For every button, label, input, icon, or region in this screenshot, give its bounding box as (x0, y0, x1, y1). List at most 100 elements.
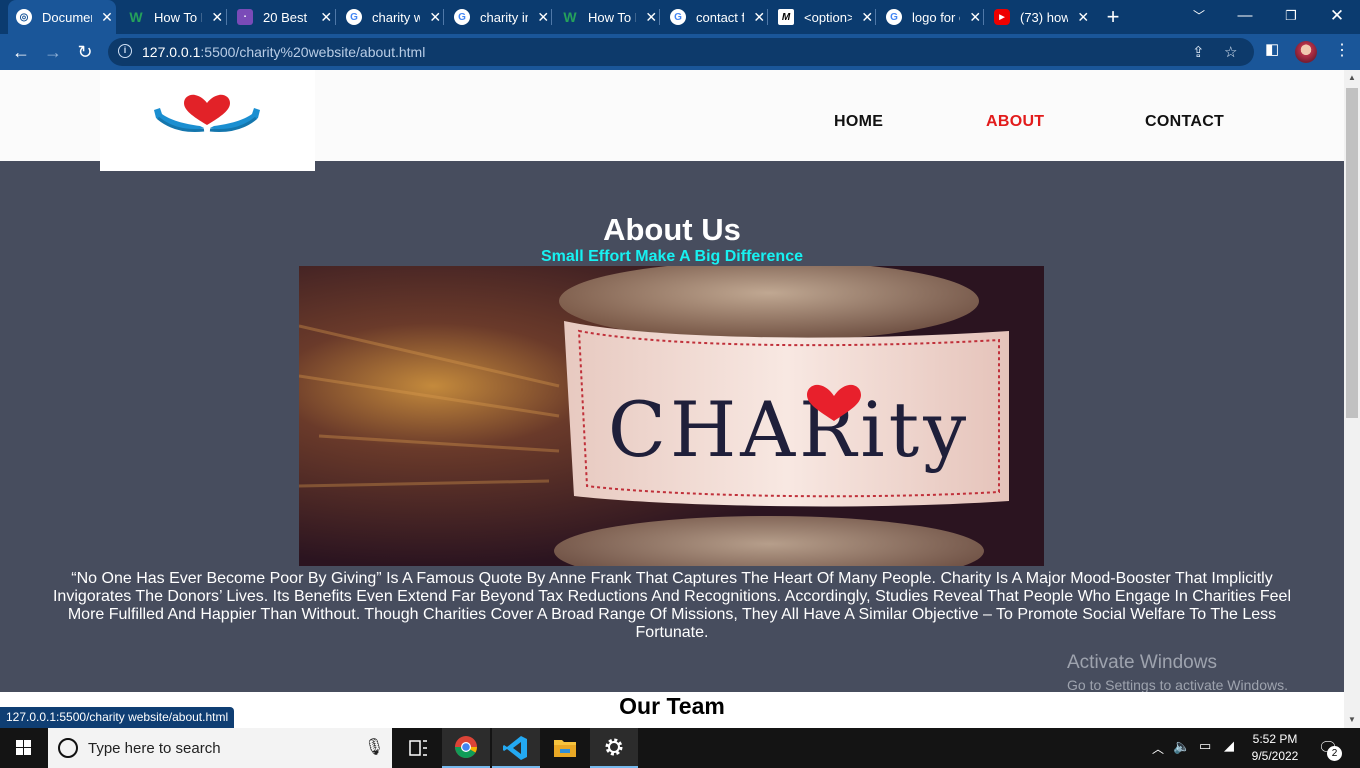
scroll-thumb[interactable] (1346, 88, 1358, 418)
menu-kebab-icon[interactable]: ⋮ (1334, 40, 1350, 60)
bookmark-star-icon[interactable]: ☆ (1224, 43, 1237, 61)
activate-windows-title: Activate Windows (1067, 652, 1217, 673)
tab-title: How To Make (154, 9, 202, 25)
tab-medium-option[interactable]: M <option> ✕ (770, 0, 874, 34)
tab-divider (659, 9, 660, 25)
wifi-icon[interactable]: ◢ (1224, 738, 1234, 754)
notification-center-button[interactable]: 🗨 2 (1318, 738, 1342, 761)
tab-divider (226, 9, 227, 25)
close-tab-icon[interactable]: ✕ (210, 9, 224, 26)
activate-windows-subtitle: Go to Settings to activate Windows. (1067, 677, 1288, 693)
taskbar-search-box[interactable]: Type here to search 🎙 (48, 728, 392, 768)
close-tab-icon[interactable]: ✕ (536, 9, 550, 26)
scroll-down-arrow-icon[interactable]: ▼ (1344, 712, 1360, 728)
tab-wikihow-2[interactable]: W How To Make ✕ (554, 0, 658, 34)
google-icon: G (670, 9, 686, 25)
search-placeholder: Type here to search (88, 740, 221, 757)
close-tab-icon[interactable]: ✕ (100, 9, 114, 26)
browser-toolbar: ← → ↻ i 127.0.0.1:5500/charity%20website… (0, 34, 1360, 70)
tab-document[interactable]: ◎ Document ✕ (8, 0, 116, 34)
close-tab-icon[interactable]: ✕ (428, 9, 442, 26)
tab-google-charity-images[interactable]: G charity images ✕ (446, 0, 550, 34)
tray-chevron-up-icon[interactable]: ︿ (1152, 740, 1164, 757)
taskbar-clock[interactable]: 5:52 PM 9/5/2022 (1240, 731, 1310, 765)
tab-title: 20 Best Color (263, 9, 311, 25)
tab-divider (551, 9, 552, 25)
tab-coolors[interactable]: ▪ 20 Best Color ✕ (229, 0, 333, 34)
taskbar-vscode[interactable] (492, 728, 540, 768)
taskbar-settings[interactable] (590, 728, 638, 768)
youtube-icon: ▶ (994, 9, 1010, 25)
tab-search-chevron-icon[interactable]: ﹀ (1176, 0, 1222, 34)
google-icon: G (346, 9, 362, 25)
restore-button[interactable]: ❐ (1268, 0, 1314, 34)
forward-button[interactable]: → (40, 39, 66, 65)
nav-home-link[interactable]: HOME (834, 113, 883, 131)
address-bar[interactable]: i 127.0.0.1:5500/charity%20website/about… (108, 38, 1254, 66)
nav-contact-link[interactable]: CONTACT (1145, 113, 1224, 131)
task-view-icon (409, 740, 427, 756)
nav-about-link[interactable]: ABOUT (986, 113, 1044, 131)
microphone-icon[interactable]: 🎙 (364, 737, 384, 757)
chrome-icon (455, 736, 477, 758)
google-icon: G (886, 9, 902, 25)
tab-title: charity website (372, 9, 421, 25)
folder-icon (554, 740, 576, 757)
tab-wikihow-1[interactable]: W How To Make ✕ (120, 0, 224, 34)
new-tab-button[interactable]: + (1100, 4, 1126, 30)
heart-hands-logo-icon (154, 94, 260, 132)
browser-tab-strip: ◎ Document ✕ W How To Make ✕ ▪ 20 Best C… (0, 0, 1360, 34)
about-tagline: Small Effort Make A Big Difference (541, 248, 803, 265)
tab-youtube[interactable]: ▶ (73) how to ✕ (986, 0, 1090, 34)
chrome-page-icon: ◎ (16, 9, 32, 25)
tab-divider (335, 9, 336, 25)
notification-count-badge: 2 (1327, 746, 1342, 761)
tab-divider (443, 9, 444, 25)
tab-divider (875, 9, 876, 25)
share-icon[interactable]: ⇪ (1192, 43, 1205, 61)
vscode-icon (503, 736, 527, 760)
side-panel-icon[interactable]: ◧ (1265, 40, 1279, 58)
url-path: :5500/charity%20website/about.html (200, 44, 426, 60)
tab-title: How To Make (588, 9, 636, 25)
close-tab-icon[interactable]: ✕ (752, 9, 766, 26)
volume-icon[interactable]: 🔈 (1173, 738, 1190, 755)
taskbar-chrome[interactable] (442, 728, 490, 768)
reload-button[interactable]: ↻ (72, 39, 98, 65)
url-host: 127.0.0.1 (142, 44, 201, 60)
start-button[interactable] (0, 728, 48, 768)
site-info-icon[interactable]: i (118, 44, 132, 58)
windows-logo-icon (16, 740, 31, 755)
back-button[interactable]: ← (8, 39, 34, 65)
address-url[interactable]: 127.0.0.1:5500/charity%20website/about.h… (142, 44, 425, 60)
tab-google-logo-charity[interactable]: G logo for charity ✕ (878, 0, 982, 34)
close-tab-icon[interactable]: ✕ (860, 9, 874, 26)
google-icon: G (454, 9, 470, 25)
page-scrollbar[interactable]: ▲ ▼ (1344, 70, 1360, 728)
tab-title: Document (42, 9, 92, 25)
gear-icon (605, 738, 623, 756)
close-tab-icon[interactable]: ✕ (319, 9, 333, 26)
scroll-up-arrow-icon[interactable]: ▲ (1344, 70, 1360, 86)
site-logo[interactable] (100, 70, 315, 171)
tab-title: logo for charity (912, 9, 960, 25)
close-tab-icon[interactable]: ✕ (644, 9, 658, 26)
tab-title: charity images (480, 9, 528, 25)
close-window-button[interactable]: ✕ (1314, 0, 1360, 34)
cortana-icon (58, 738, 78, 758)
tab-divider (767, 9, 768, 25)
taskbar-file-explorer[interactable] (541, 728, 589, 768)
tab-divider (983, 9, 984, 25)
tab-title: (73) how to (1020, 9, 1069, 25)
task-view-button[interactable] (394, 728, 442, 768)
status-bar-url: 127.0.0.1:5500/charity website/about.htm… (0, 707, 235, 728)
minimize-button[interactable]: — (1222, 0, 1268, 34)
profile-avatar[interactable] (1295, 41, 1317, 63)
close-tab-icon[interactable]: ✕ (968, 9, 982, 26)
medium-icon: M (778, 9, 794, 25)
battery-icon[interactable]: ▭ (1199, 738, 1211, 754)
close-tab-icon[interactable]: ✕ (1076, 9, 1090, 26)
charity-label-text: CHARity (608, 385, 970, 474)
tab-google-contact-form[interactable]: G contact form ✕ (662, 0, 766, 34)
tab-google-charity-website[interactable]: G charity website ✕ (338, 0, 442, 34)
